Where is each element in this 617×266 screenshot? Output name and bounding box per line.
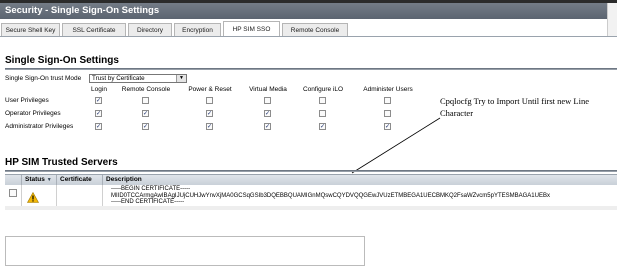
annotation-svg bbox=[351, 117, 441, 174]
select-column-header bbox=[5, 175, 22, 185]
servers-table-header: Status ▼ Certificate Description bbox=[5, 174, 617, 185]
row-certificate-cell bbox=[57, 185, 103, 206]
status-column-header[interactable]: Status ▼ bbox=[22, 175, 57, 185]
description-column-header[interactable]: Description bbox=[103, 175, 617, 185]
row-select-cell bbox=[5, 185, 22, 206]
certificate-column-header[interactable]: Certificate bbox=[57, 175, 103, 185]
servers-heading: HP SIM Trusted Servers bbox=[5, 157, 118, 168]
certificate-import-textarea[interactable] bbox=[5, 236, 365, 266]
status-header-label: Status bbox=[25, 176, 45, 183]
row-status-cell bbox=[22, 185, 57, 206]
servers-rule bbox=[5, 170, 617, 172]
row-select-checkbox[interactable] bbox=[9, 189, 17, 197]
horizontal-scrollbar[interactable] bbox=[5, 206, 617, 210]
warning-icon bbox=[27, 192, 39, 203]
table-row: -----BEGIN CERTIFICATE----- MIID0TCCArmg… bbox=[5, 185, 617, 207]
annotation-arrow bbox=[351, 117, 441, 174]
certificate-end: -----END CERTIFICATE----- bbox=[111, 199, 185, 205]
sort-down-icon[interactable]: ▼ bbox=[47, 177, 52, 183]
